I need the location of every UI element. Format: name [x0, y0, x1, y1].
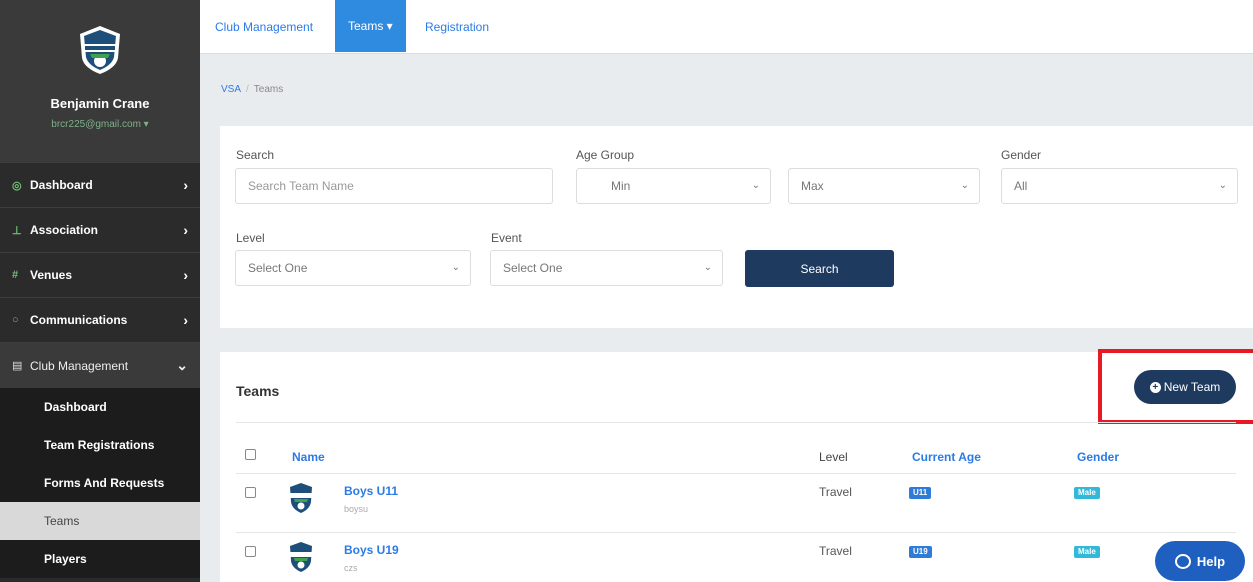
sidebar-item-club-management[interactable]: ▤ Club Management ⌄ [0, 342, 200, 388]
divider [236, 422, 1236, 423]
sidebar: Benjamin Crane brcr225@gmail.com ▾ ◎ Das… [0, 0, 200, 582]
venue-icon: # [12, 269, 19, 281]
dashboard-icon: ◎ [12, 179, 22, 192]
chevron-down-icon: ⌄ [1218, 180, 1227, 191]
sidebar-subitem-team-registrations[interactable]: Team Registrations [0, 426, 200, 464]
team-name-link[interactable]: Boys U11 [344, 484, 398, 498]
age-min-value: Min [611, 179, 631, 193]
profile-panel: Benjamin Crane brcr225@gmail.com ▾ [0, 0, 200, 162]
breadcrumb: VSA / Teams [221, 84, 283, 95]
chevron-right-icon: › [183, 267, 188, 283]
age-badge: U19 [909, 546, 932, 558]
event-value: Select One [503, 261, 563, 275]
sidebar-item-venues[interactable]: # Venues › [0, 252, 200, 297]
teams-title: Teams [236, 383, 280, 399]
team-name-link[interactable]: Boys U19 [344, 543, 399, 557]
breadcrumb-separator: / [246, 84, 249, 95]
chevron-right-icon: › [183, 222, 188, 238]
chat-icon: ○ [12, 314, 19, 326]
chevron-down-icon: ⌄ [751, 180, 760, 191]
filter-panel: Search Search Team Name Age Group Min ⌄ … [220, 126, 1253, 328]
gender-value: All [1014, 179, 1028, 193]
divider [236, 473, 1236, 474]
club-logo-icon [80, 26, 120, 74]
sidebar-item-label: Club Management [30, 358, 129, 373]
new-team-label: New Team [1163, 380, 1221, 394]
chevron-down-icon: ⌄ [703, 262, 712, 273]
age-min-select[interactable]: Min ⌄ [576, 168, 771, 204]
column-header-level: Level [819, 450, 848, 464]
age-group-label: Age Group [576, 148, 635, 162]
help-button[interactable]: Help [1155, 541, 1245, 581]
sidebar-subitem-teams[interactable]: Teams [0, 502, 200, 540]
age-max-value: Max [801, 179, 824, 193]
gender-label: Gender [1001, 148, 1042, 162]
chevron-right-icon: › [183, 312, 188, 328]
level-value: Select One [248, 261, 308, 275]
chevron-down-icon: ⌄ [451, 262, 460, 273]
select-all-checkbox[interactable] [245, 449, 256, 460]
sidebar-subitem-players[interactable]: Players [0, 540, 200, 578]
divider [236, 532, 1236, 533]
search-placeholder: Search Team Name [248, 179, 354, 193]
sidebar-item-label: Dashboard [30, 178, 93, 192]
team-code: czs [344, 563, 358, 573]
gender-badge: Male [1074, 487, 1100, 499]
gender-select[interactable]: All ⌄ [1001, 168, 1238, 204]
chevron-down-icon: ⌄ [176, 357, 188, 373]
user-email-dropdown[interactable]: brcr225@gmail.com ▾ [51, 119, 148, 130]
tab-registration[interactable]: Registration [412, 0, 502, 54]
team-level: Travel [819, 544, 852, 558]
org-chart-icon: ⊥ [12, 224, 22, 237]
new-team-button[interactable]: + New Team [1134, 370, 1236, 404]
gender-badge: Male [1074, 546, 1100, 558]
team-logo-icon [290, 542, 312, 572]
sidebar-subitem-dashboard[interactable]: Dashboard [0, 388, 200, 426]
chat-bubble-icon [1174, 553, 1191, 569]
team-level: Travel [819, 485, 852, 499]
sidebar-subitem-forms-and-requests[interactable]: Forms And Requests [0, 464, 200, 502]
age-max-select[interactable]: Max ⌄ [788, 168, 980, 204]
event-label: Event [491, 231, 522, 245]
breadcrumb-link-vsa[interactable]: VSA [221, 84, 241, 95]
event-select[interactable]: Select One ⌄ [490, 250, 723, 286]
sidebar-item-communications[interactable]: ○ Communications › [0, 297, 200, 342]
sidebar-item-label: Communications [30, 313, 128, 327]
level-select[interactable]: Select One ⌄ [235, 250, 471, 286]
clipboard-icon: ▤ [12, 360, 23, 372]
help-label: Help [1196, 553, 1226, 569]
age-badge: U11 [909, 487, 932, 499]
row-checkbox[interactable] [245, 487, 256, 498]
user-name: Benjamin Crane [50, 96, 150, 111]
breadcrumb-current: Teams [253, 84, 284, 95]
column-header-name[interactable]: Name [292, 450, 325, 464]
tab-teams[interactable]: Teams ▾ [335, 0, 406, 52]
search-label: Search [236, 148, 275, 162]
chevron-down-icon: ⌄ [960, 180, 969, 191]
search-button[interactable]: Search [745, 250, 894, 287]
teams-panel: Teams + New Team Name Level Current Age … [220, 349, 1253, 582]
search-input[interactable]: Search Team Name [235, 168, 553, 204]
sidebar-item-association[interactable]: ⊥ Association › [0, 207, 200, 252]
team-logo-icon [290, 483, 312, 513]
sidebar-item-label: Venues [30, 268, 73, 282]
sidebar-item-label: Association [30, 223, 99, 237]
row-checkbox[interactable] [245, 546, 256, 557]
column-header-current-age[interactable]: Current Age [912, 450, 981, 464]
tab-club-management[interactable]: Club Management [202, 0, 326, 54]
chevron-right-icon: › [183, 177, 188, 193]
level-label: Level [236, 231, 265, 245]
highlight-box: + New Team [1098, 349, 1253, 424]
sidebar-item-dashboard[interactable]: ◎ Dashboard › [0, 162, 200, 207]
team-code: boysu [344, 504, 369, 514]
plus-circle-icon: + [1149, 381, 1161, 393]
top-nav: Club Management Teams ▾ Registration [200, 0, 1253, 54]
column-header-gender[interactable]: Gender [1077, 450, 1119, 464]
